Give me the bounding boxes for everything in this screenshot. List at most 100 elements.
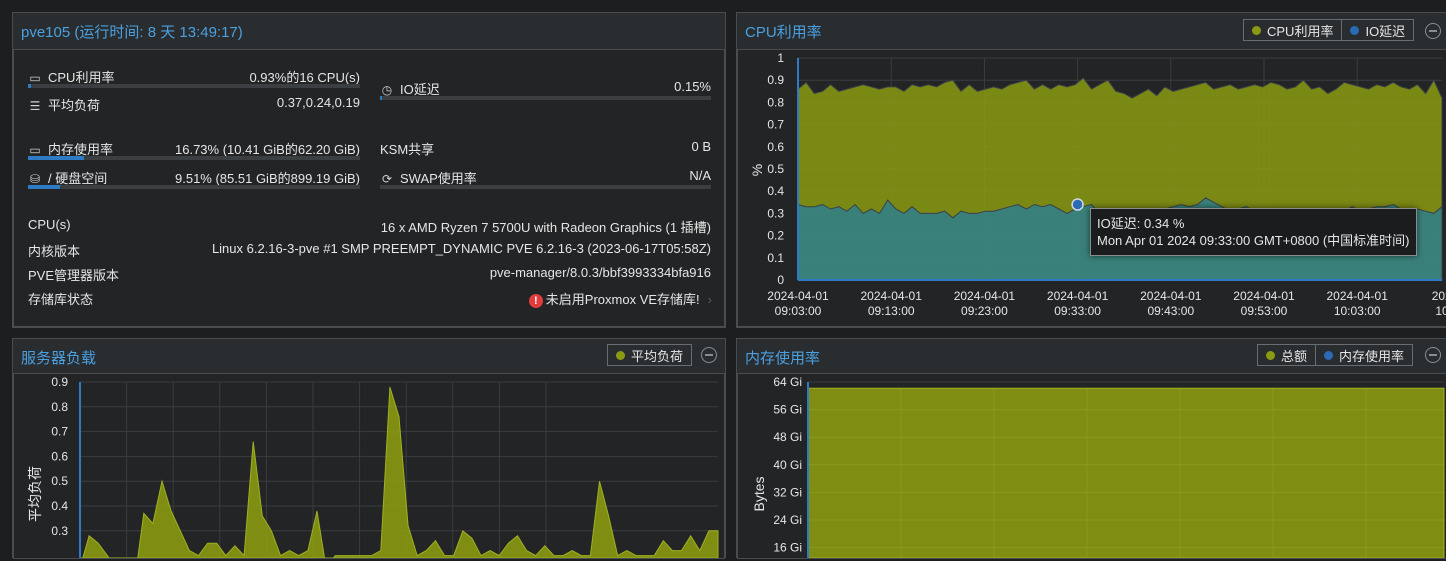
- swap-value: N/A: [689, 168, 711, 183]
- y-tick-label: 0.3: [51, 524, 68, 538]
- legend-iowait-dot: [1350, 25, 1360, 35]
- y-tick-label: 0.7: [767, 118, 784, 132]
- x-tick-date: 2024-04-01: [1140, 289, 1202, 303]
- y-tick-label: 40 Gi: [773, 458, 802, 472]
- node-status-body: ▭ CPU利用率 0.93%的16 CPU(s) ◷ IO延迟 0.15% ☰ 平均负…: [13, 49, 725, 327]
- swap-bar: [380, 185, 711, 189]
- disk-bar: [28, 185, 360, 189]
- cpu-tooltip: IO延迟: 0.34 % Mon Apr 01 2024 09:33:00 GM…: [1090, 208, 1417, 256]
- legend-cpu[interactable]: CPU利用率: [1244, 20, 1343, 40]
- y-tick-label: 0: [777, 273, 784, 287]
- mem-collapse-icon[interactable]: [1425, 347, 1441, 363]
- x-tick-time: 10:03:00: [1334, 304, 1381, 318]
- x-tick-date: 2024-04-01: [1327, 289, 1389, 303]
- legend-cpu-dot: [1252, 25, 1261, 35]
- node-title: pve105 (运行时间: 8 天 13:49:17): [21, 24, 243, 41]
- y-tick-label: 0.8: [767, 95, 784, 109]
- y-tick-label: 32 Gi: [773, 485, 802, 499]
- legend-iowait-label: IO延迟: [1365, 23, 1406, 39]
- pve-value: pve-manager/8.0.3/bbf3993334bfa916: [489, 265, 711, 280]
- legend-memused-label: 内存使用率: [1339, 348, 1405, 364]
- y-tick-label: 48 Gi: [773, 430, 802, 444]
- repo-label: 存储库状态: [28, 292, 94, 307]
- legend-load-label: 平均负荷: [631, 348, 684, 364]
- tooltip-line1: IO延迟: 0.34 %: [1097, 216, 1185, 231]
- y-tick-label: 0.6: [51, 449, 68, 463]
- legend-load[interactable]: 平均负荷: [608, 345, 691, 365]
- repo-status-text: 未启用Proxmox VE存储库!: [545, 292, 700, 307]
- x-tick-time: 09:33:00: [1054, 304, 1101, 318]
- kernel-value: Linux 6.2.16-3-pve #1 SMP PREEMPT_DYNAMI…: [211, 241, 711, 256]
- x-tick-date: 2024-04-01: [767, 289, 829, 303]
- load-area: [79, 386, 719, 561]
- mem-chart-body: 64 Gi 56 Gi 48 Gi 40 Gi 32 Gi 24 Gi 16 Gi Bytes: [737, 373, 1446, 559]
- cpu-label-text: CPU利用率: [48, 70, 115, 85]
- cpu-chart: 00.10.20.30.40.50.60.70.80.912024-04-010…: [749, 51, 1446, 318]
- y-tick-label: 64 Gi: [773, 375, 802, 389]
- mem-bar-fill: [28, 156, 84, 160]
- load-chart-title: 服务器负载: [21, 350, 97, 367]
- kernel-label: 内核版本: [28, 244, 81, 259]
- refresh-icon: ⟳: [381, 172, 393, 186]
- disk-bar-fill: [28, 185, 60, 189]
- node-status-header: pve105 (运行时间: 8 天 13:49:17): [13, 13, 725, 47]
- x-tick-time: 09:43:00: [1147, 304, 1194, 318]
- mem-chart-title: 内存使用率: [745, 350, 821, 367]
- x-tick-date: 2024-04-01: [1047, 289, 1109, 303]
- iowait-value: 0.15%: [674, 79, 711, 94]
- legend-iowait[interactable]: IO延迟: [1342, 20, 1413, 40]
- load-chart: 0.3 0.4 0.5 0.6 0.7 0.8 0.9 平均负荷: [27, 375, 719, 561]
- load-label-text: 平均负荷: [48, 98, 101, 113]
- x-tick-time: 09:03:00: [775, 304, 822, 318]
- memory-icon: ▭: [29, 143, 41, 157]
- legend-total-label: 总额: [1281, 348, 1308, 364]
- load-collapse-icon[interactable]: [701, 347, 717, 363]
- tooltip-line2: Mon Apr 01 2024 09:33:00 GMT+0800 (中国标准时…: [1097, 233, 1410, 248]
- repo-value[interactable]: ! 未启用Proxmox VE存储库! ›: [394, 289, 712, 308]
- mem-label-text: 内存使用率: [48, 142, 114, 157]
- y-tick-label: 56 Gi: [773, 403, 802, 417]
- x-tick-date: 2024-04-01: [1233, 289, 1295, 303]
- legend-memused-dot: [1324, 350, 1334, 360]
- y-tick-label: 0.9: [767, 73, 784, 87]
- y-tick-label: 0.1: [767, 251, 784, 265]
- mem-legend: 总额 内存使用率: [1257, 344, 1414, 366]
- legend-cpu-label: CPU利用率: [1267, 23, 1334, 39]
- chevron-right-icon: ›: [707, 292, 712, 307]
- y-tick-label: 0.8: [51, 400, 68, 414]
- x-tick-date: 2024-04-01: [861, 289, 923, 303]
- legend-total[interactable]: 总额: [1258, 345, 1317, 365]
- cpu-collapse-icon[interactable]: [1425, 23, 1441, 39]
- warning-icon: !: [528, 294, 543, 308]
- y-axis-label: 平均负荷: [27, 466, 43, 522]
- mem-chart-panel: 内存使用率 总额 内存使用率 64 Gi 56 Gi 48 Gi 40 Gi 32 Gi…: [736, 338, 1446, 559]
- y-tick-label: 0.9: [51, 375, 68, 389]
- cpu-icon: ▭: [29, 71, 41, 85]
- cpu-bar: [28, 84, 360, 88]
- ksm-value: 0 B: [691, 139, 711, 154]
- y-tick-label: 0.4: [767, 184, 784, 198]
- legend-memused[interactable]: 内存使用率: [1316, 345, 1412, 365]
- y-tick-label: 24 Gi: [773, 513, 802, 527]
- y-axis-label: %: [749, 164, 765, 176]
- tooltip-marker: [1071, 198, 1084, 211]
- load-legend: 平均负荷: [607, 344, 693, 366]
- y-tick-label: 0.5: [51, 474, 68, 488]
- mem-total-area: [807, 387, 1445, 559]
- load-value: 0.37,0.24,0.19: [276, 95, 360, 110]
- x-tick-time: 09:53:00: [1241, 304, 1288, 318]
- clock-icon: ◷: [381, 83, 393, 97]
- x-tick-time: 09:13:00: [868, 304, 915, 318]
- load-chart-body: 0.3 0.4 0.5 0.6 0.7 0.8 0.9 平均负荷: [13, 373, 725, 561]
- legend-load-dot: [616, 350, 625, 360]
- cpu-legend: CPU利用率 IO延迟: [1243, 19, 1415, 41]
- load-label: ☰ 平均负荷: [28, 95, 100, 114]
- mem-chart: 64 Gi56 Gi48 Gi40 Gi32 Gi24 Gi16 GiBytes: [751, 375, 1445, 559]
- y-tick-label: 0.5: [767, 162, 784, 176]
- cpu-chart-body: 0 0.1 0.2 0.3 0.4 0.5 0.6 0.7 0.8 0.9 1 2024-04-01 0…: [737, 49, 1446, 327]
- disk-label-text: / 硬盘空间: [48, 171, 108, 186]
- x-tick-time: 10:12: [1435, 304, 1446, 318]
- cpu-bar-fill: [28, 84, 31, 88]
- y-tick-label: 0.6: [767, 140, 784, 154]
- y-tick-label: 0.4: [51, 499, 68, 513]
